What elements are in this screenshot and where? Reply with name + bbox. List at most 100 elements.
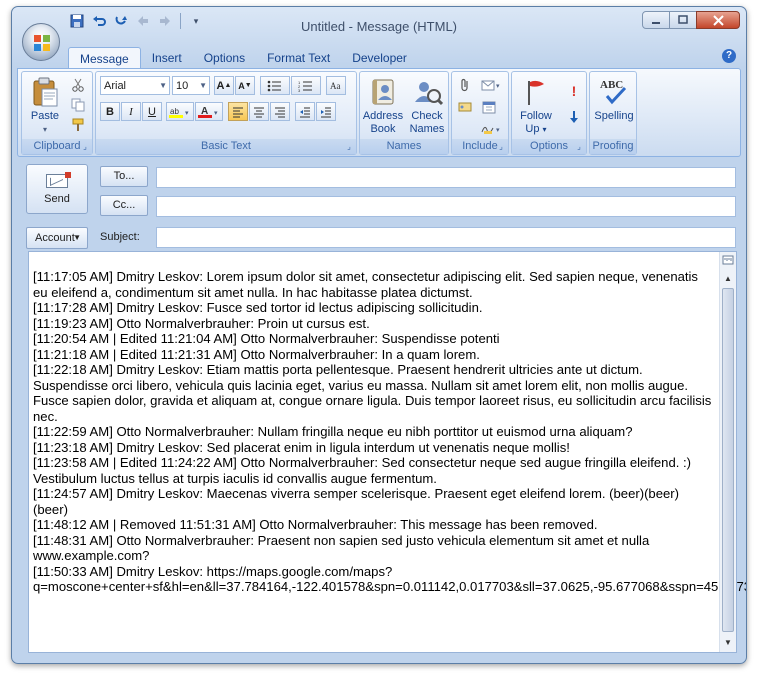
basic-text-launcher-icon[interactable]: ⌟ xyxy=(344,142,354,152)
font-name-value: Arial xyxy=(104,80,127,92)
check-names-label-line2: Names xyxy=(409,123,445,135)
paste-label: Paste xyxy=(30,110,60,122)
low-importance-icon[interactable] xyxy=(564,108,584,126)
decrease-indent-button[interactable] xyxy=(295,102,315,121)
vertical-scrollbar[interactable]: ▲ ▼ xyxy=(719,252,736,652)
bold-button[interactable]: B xyxy=(100,102,120,121)
account-button[interactable]: Account ▼ xyxy=(26,227,88,249)
increase-indent-button[interactable] xyxy=(316,102,336,121)
svg-text:▾: ▾ xyxy=(185,110,189,117)
calendar-icon[interactable] xyxy=(479,98,499,116)
grow-font-button[interactable]: A ▲ xyxy=(214,76,234,95)
business-card-icon[interactable] xyxy=(455,98,475,116)
check-names-icon xyxy=(411,76,444,108)
message-line: Vestibulum luctus tellus at turpis iacul… xyxy=(33,470,437,486)
tab-message[interactable]: Message xyxy=(68,47,141,69)
align-center-button[interactable] xyxy=(249,102,269,121)
tab-format-text[interactable]: Format Text xyxy=(256,47,341,69)
copy-icon[interactable] xyxy=(68,96,88,114)
format-painter-icon[interactable] xyxy=(68,116,88,134)
basic-text-group-label: Basic Text xyxy=(96,139,356,154)
cc-button[interactable]: Cc... xyxy=(100,195,148,216)
align-right-button[interactable] xyxy=(270,102,290,121)
scroll-up-icon[interactable]: ▲ xyxy=(721,272,735,286)
message-line: [11:24:57 AM] Dmitry Leskov: Maecenas vi… xyxy=(33,486,680,517)
window-controls xyxy=(642,11,740,29)
maximize-button[interactable] xyxy=(669,11,697,29)
window-title: Untitled - Message (HTML) xyxy=(300,19,458,34)
message-window: ▾ Untitled - Message (HTML) Message Inse… xyxy=(11,6,747,664)
font-size-value: 10 xyxy=(176,80,189,92)
check-names-label-line1: Check xyxy=(411,110,443,122)
message-body-text[interactable]: [11:17:05 AM] Dmitry Leskov: Lorem ipsum… xyxy=(33,269,746,595)
message-line: [11:23:58 AM | Edited 11:24:22 AM] Otto … xyxy=(33,455,691,470)
title-bar: ▾ Untitled - Message (HTML) xyxy=(12,7,746,47)
minimize-button[interactable] xyxy=(642,11,670,29)
attach-file-icon[interactable] xyxy=(455,76,475,94)
message-body[interactable]: [11:17:05 AM] Dmitry Leskov: Lorem ipsum… xyxy=(28,251,746,653)
chevron-down-icon: ▼ xyxy=(73,233,81,242)
italic-button[interactable]: I xyxy=(121,102,141,121)
send-button[interactable]: Send xyxy=(26,164,88,214)
names-group-label: Names xyxy=(360,139,448,154)
scroll-down-icon[interactable]: ▼ xyxy=(721,636,735,650)
paste-dropdown-icon: ▾ xyxy=(42,125,47,134)
subject-label: Subject: xyxy=(100,231,140,243)
follow-up-label-line2: Up ▾ xyxy=(525,123,547,135)
clear-formatting-button[interactable]: Aa xyxy=(326,76,346,95)
address-book-label-line2: Book xyxy=(370,123,396,135)
address-book-label-line1: Address xyxy=(362,110,404,122)
ribbon-tabs: Message Insert Options Format Text Devel… xyxy=(68,47,418,69)
tab-developer[interactable]: Developer xyxy=(341,47,418,69)
bullets-button[interactable] xyxy=(260,76,290,95)
tab-insert[interactable]: Insert xyxy=(141,47,193,69)
spelling-button[interactable]: ABC Spelling xyxy=(592,76,636,123)
office-logo-icon xyxy=(34,35,50,51)
address-book-button[interactable]: Address Book xyxy=(362,76,404,136)
chevron-down-icon: ▼ xyxy=(159,81,167,90)
message-line: [11:17:28 AM] Dmitry Leskov: Fusce sed t… xyxy=(33,300,483,315)
highlight-button[interactable]: ab ▾ xyxy=(166,102,194,121)
send-label: Send xyxy=(44,193,70,205)
signature-icon[interactable]: ▾ xyxy=(479,120,505,138)
options-launcher-icon[interactable]: ⌟ xyxy=(574,142,584,152)
scrollbar-thumb[interactable] xyxy=(722,288,734,632)
svg-text:Aa: Aa xyxy=(330,81,341,91)
message-line: [11:22:59 AM] Otto Normalverbrauher: Nul… xyxy=(33,424,633,439)
font-name-combo[interactable]: Arial ▼ xyxy=(100,76,170,95)
clipboard-launcher-icon[interactable]: ⌟ xyxy=(80,142,90,152)
numbering-button[interactable]: 123 xyxy=(291,76,321,95)
to-button[interactable]: To... xyxy=(100,166,148,187)
svg-text:▾: ▾ xyxy=(214,110,218,117)
ruler-toggle-icon[interactable] xyxy=(721,254,735,268)
include-launcher-icon[interactable]: ⌟ xyxy=(496,142,506,152)
font-color-button[interactable]: A ▾ xyxy=(195,102,223,121)
underline-button[interactable]: U xyxy=(142,102,162,121)
paste-icon xyxy=(29,76,61,108)
svg-text:3: 3 xyxy=(298,88,301,92)
attach-item-icon[interactable]: ▾ xyxy=(479,76,505,94)
check-names-button[interactable]: Check Names xyxy=(406,76,448,136)
subject-field[interactable] xyxy=(156,227,736,248)
spelling-label: Spelling xyxy=(594,110,634,122)
tab-options[interactable]: Options xyxy=(193,47,256,69)
office-button[interactable] xyxy=(22,23,60,61)
svg-text:ABC: ABC xyxy=(600,79,623,91)
address-book-icon xyxy=(367,76,399,108)
message-header: Send To... Cc... Account ▼ Subject: xyxy=(17,159,741,251)
align-left-button[interactable] xyxy=(228,102,248,121)
svg-text:ab: ab xyxy=(170,107,179,116)
shrink-font-button[interactable]: A ▼ xyxy=(235,76,255,95)
high-importance-icon[interactable]: ! xyxy=(564,82,584,100)
chevron-down-icon: ▼ xyxy=(199,81,207,90)
help-icon[interactable]: ? xyxy=(722,49,736,63)
close-button[interactable] xyxy=(696,11,740,29)
to-field[interactable] xyxy=(156,167,736,188)
message-line: [11:48:31 AM] Otto Normalverbrauher: Pra… xyxy=(33,532,650,564)
spelling-icon: ABC xyxy=(598,76,630,108)
paste-button[interactable]: Paste ▾ xyxy=(26,76,64,136)
font-size-combo[interactable]: 10 ▼ xyxy=(172,76,210,95)
cc-field[interactable] xyxy=(156,196,736,217)
cut-icon[interactable] xyxy=(68,76,88,94)
follow-up-button[interactable]: Follow Up ▾ xyxy=(514,76,558,136)
